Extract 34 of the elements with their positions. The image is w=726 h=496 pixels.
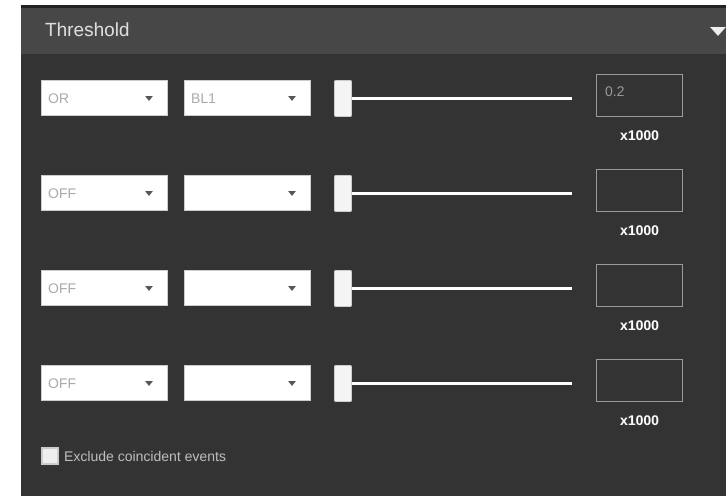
threshold-input[interactable] <box>596 359 683 402</box>
caret-icon[interactable] <box>710 26 726 36</box>
checkbox[interactable] <box>41 447 59 465</box>
unit-label: x1000 <box>620 317 659 333</box>
caret-icon <box>288 286 296 290</box>
caret-icon <box>288 380 296 386</box>
logic-dropdown[interactable]: OFF <box>41 175 168 211</box>
unit-label: x1000 <box>620 222 659 238</box>
panel-header[interactable]: Threshold <box>21 8 726 54</box>
threshold-input[interactable] <box>596 264 683 307</box>
caret-icon <box>288 190 296 196</box>
slider-handle[interactable] <box>334 80 352 117</box>
panel-title: Threshold <box>45 20 130 42</box>
threshold-slider[interactable] <box>334 270 574 307</box>
caret-icon <box>145 286 153 290</box>
checkbox-label: Exclude coincident events <box>64 448 226 464</box>
caret-icon <box>145 190 153 196</box>
caret-icon <box>145 96 153 100</box>
logic-dropdown[interactable]: OR <box>41 80 168 116</box>
unit-label: x1000 <box>620 127 659 143</box>
channel-dropdown[interactable]: BL1 <box>184 80 311 116</box>
threshold-slider[interactable] <box>334 365 574 402</box>
threshold-input[interactable] <box>596 169 683 212</box>
slider-handle[interactable] <box>334 365 352 402</box>
logic-dropdown[interactable]: OFF <box>41 365 168 401</box>
unit-label: x1000 <box>620 412 659 428</box>
threshold-slider[interactable] <box>334 80 574 117</box>
caret-icon <box>145 380 153 386</box>
caret-icon <box>288 96 296 100</box>
slider-handle[interactable] <box>334 270 352 307</box>
threshold-input[interactable]: 0.2 <box>596 74 683 117</box>
threshold-slider[interactable] <box>334 175 574 212</box>
logic-dropdown[interactable]: OFF <box>41 270 168 306</box>
slider-handle[interactable] <box>334 175 352 212</box>
